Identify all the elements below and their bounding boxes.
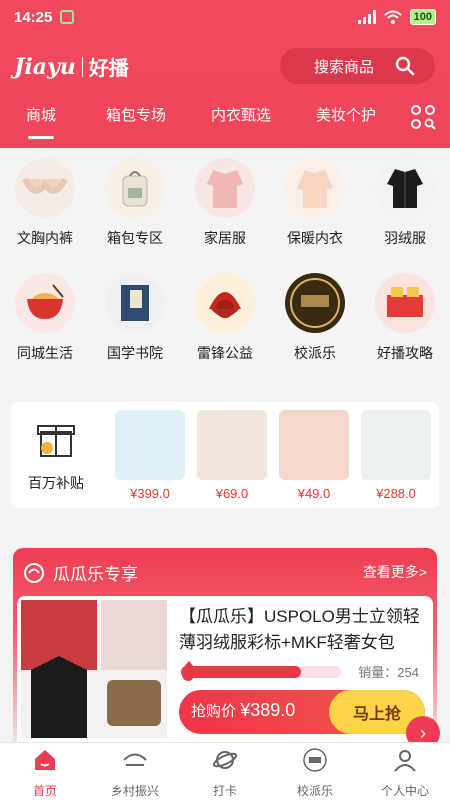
category-label: 箱包专区 xyxy=(107,230,163,246)
flash-price-value: ¥389.0 xyxy=(240,700,296,720)
category-label: 家居服 xyxy=(204,230,246,246)
buy-bar: 抢购价 ¥389.0 马上抢 xyxy=(179,690,425,734)
tab-mall[interactable]: 商城 xyxy=(26,104,56,139)
subsidy-card: 百万补贴 ¥399.0 ¥69.0 ¥49.0 ¥288.0 xyxy=(11,402,439,508)
product-image xyxy=(279,410,349,480)
category-label: 雷锋公益 xyxy=(197,345,253,361)
bag-icon xyxy=(105,158,165,218)
nav-label: 乡村振兴 xyxy=(110,784,159,798)
planet-icon xyxy=(212,751,238,769)
melon-icon xyxy=(24,562,44,583)
nav-label: 首页 xyxy=(32,784,57,798)
tab-bar: 商城 箱包专场 内衣甄选 美妆个护 xyxy=(0,104,450,140)
book-icon xyxy=(105,273,165,333)
homewear-icon xyxy=(195,158,255,218)
bra-icon xyxy=(15,158,75,218)
down-jacket-icon xyxy=(375,158,435,218)
product-image xyxy=(115,410,185,480)
nav-label: 个人中心 xyxy=(380,784,429,798)
category-charity[interactable]: 雷锋公益 xyxy=(180,273,270,363)
category-local-life[interactable]: 同城生活 xyxy=(0,273,90,363)
subsidy-entry[interactable]: 百万补贴 xyxy=(11,414,101,493)
category-school[interactable]: 校派乐 xyxy=(270,273,360,363)
category-label: 保暖内衣 xyxy=(287,230,343,246)
featured-header: 瓜瓜乐专享 xyxy=(23,560,138,585)
search-icon xyxy=(395,56,415,76)
product-price: ¥288.0 xyxy=(376,486,416,501)
product-image xyxy=(197,410,267,480)
subsidy-product-4[interactable]: ¥288.0 xyxy=(361,410,431,501)
product-price: ¥49.0 xyxy=(297,486,331,501)
subsidy-label: 百万补贴 xyxy=(28,475,84,491)
home-icon xyxy=(35,750,55,770)
category-bags[interactable]: 箱包专区 xyxy=(90,158,180,248)
category-thermal[interactable]: 保暖内衣 xyxy=(270,158,360,248)
status-time: 14:25 xyxy=(14,8,53,26)
subsidy-product-3[interactable]: ¥49.0 xyxy=(279,410,349,501)
nav-school[interactable]: 校派乐 xyxy=(270,747,360,799)
rural-icon xyxy=(123,753,147,766)
bottom-nav: 首页 乡村振兴 打卡 校派乐 个人中心 xyxy=(0,742,450,800)
subsidy-product-1[interactable]: ¥399.0 xyxy=(115,410,185,501)
search-placeholder: 搜索商品 xyxy=(314,58,375,76)
school-icon xyxy=(285,273,345,333)
food-icon xyxy=(15,273,75,333)
product-price: ¥399.0 xyxy=(130,486,170,501)
category-grid-icon[interactable] xyxy=(410,104,436,130)
battery-icon: 100 xyxy=(409,9,436,25)
nav-label: 打卡 xyxy=(212,784,237,798)
signal-icon xyxy=(357,10,376,24)
category-label: 同城生活 xyxy=(17,345,73,361)
brand-script: Jiayu xyxy=(14,53,76,80)
tab-underwear[interactable]: 内衣甄选 xyxy=(211,104,271,125)
header: 14:25 100 Jiayu 好播 搜索商品 商城 箱包专场 内衣甄选 美妆个… xyxy=(0,0,450,148)
category-sinology[interactable]: 国学书院 xyxy=(90,273,180,363)
category-label: 好播攻略 xyxy=(377,345,433,361)
status-bar: 14:25 100 xyxy=(0,0,450,34)
category-grid: 文胸内裤 箱包专区 家居服 保暖内衣 羽绒服 同城生活 国学书院 雷锋公益 校派… xyxy=(0,148,450,388)
sales-count: 销量：254 xyxy=(358,665,419,680)
category-label: 文胸内裤 xyxy=(17,230,73,246)
tab-bags[interactable]: 箱包专场 xyxy=(106,104,166,125)
featured-product-image xyxy=(21,600,167,738)
user-icon xyxy=(394,750,416,772)
product-price: ¥69.0 xyxy=(215,486,249,501)
sales-progress-bar xyxy=(181,666,341,678)
nav-rural[interactable]: 乡村振兴 xyxy=(90,747,180,799)
category-label: 羽绒服 xyxy=(384,230,426,246)
flash-price-label: 抢购价 xyxy=(191,703,237,720)
view-more-link[interactable]: 查看更多> xyxy=(363,562,427,582)
nav-home[interactable]: 首页 xyxy=(0,747,90,799)
nav-profile[interactable]: 个人中心 xyxy=(360,747,450,799)
flash-price: 抢购价 ¥389.0 xyxy=(191,700,295,721)
leifeng-icon xyxy=(195,273,255,333)
featured-product-card[interactable]: 【瓜瓜乐】USPOLO男士立领轻薄羽绒服彩标+MKF轻奢女包 销量：254 抢购… xyxy=(17,596,433,758)
product-image xyxy=(361,410,431,480)
category-bra[interactable]: 文胸内裤 xyxy=(0,158,90,248)
search-bar[interactable]: 搜索商品 xyxy=(280,48,435,84)
thermal-icon xyxy=(285,158,345,218)
featured-product-name: 【瓜瓜乐】USPOLO男士立领轻薄羽绒服彩标+MKF轻奢女包 xyxy=(179,607,420,652)
nav-checkin[interactable]: 打卡 xyxy=(180,747,270,799)
gift-icon xyxy=(37,425,75,457)
nav-label: 校派乐 xyxy=(296,784,333,798)
category-label: 校派乐 xyxy=(294,345,336,361)
category-label: 国学书院 xyxy=(107,345,163,361)
category-down-jacket[interactable]: 羽绒服 xyxy=(360,158,450,248)
category-guide[interactable]: 好播攻略 xyxy=(360,273,450,363)
guide-icon xyxy=(375,273,435,333)
category-homewear[interactable]: 家居服 xyxy=(180,158,270,248)
wifi-icon xyxy=(383,10,402,24)
featured-title: 瓜瓜乐专享 xyxy=(53,565,138,584)
brand-logo: Jiayu 好播 xyxy=(14,52,129,81)
subsidy-product-2[interactable]: ¥69.0 xyxy=(197,410,267,501)
featured-section: 瓜瓜乐专享 查看更多> 【瓜瓜乐】USPOLO男士立领轻薄羽绒服彩标+MKF轻奢… xyxy=(13,548,437,758)
brand-name: 好播 xyxy=(88,58,129,80)
tab-beauty[interactable]: 美妆个护 xyxy=(316,104,376,125)
school-badge-icon xyxy=(303,748,327,772)
app-notification-icon xyxy=(60,10,75,24)
